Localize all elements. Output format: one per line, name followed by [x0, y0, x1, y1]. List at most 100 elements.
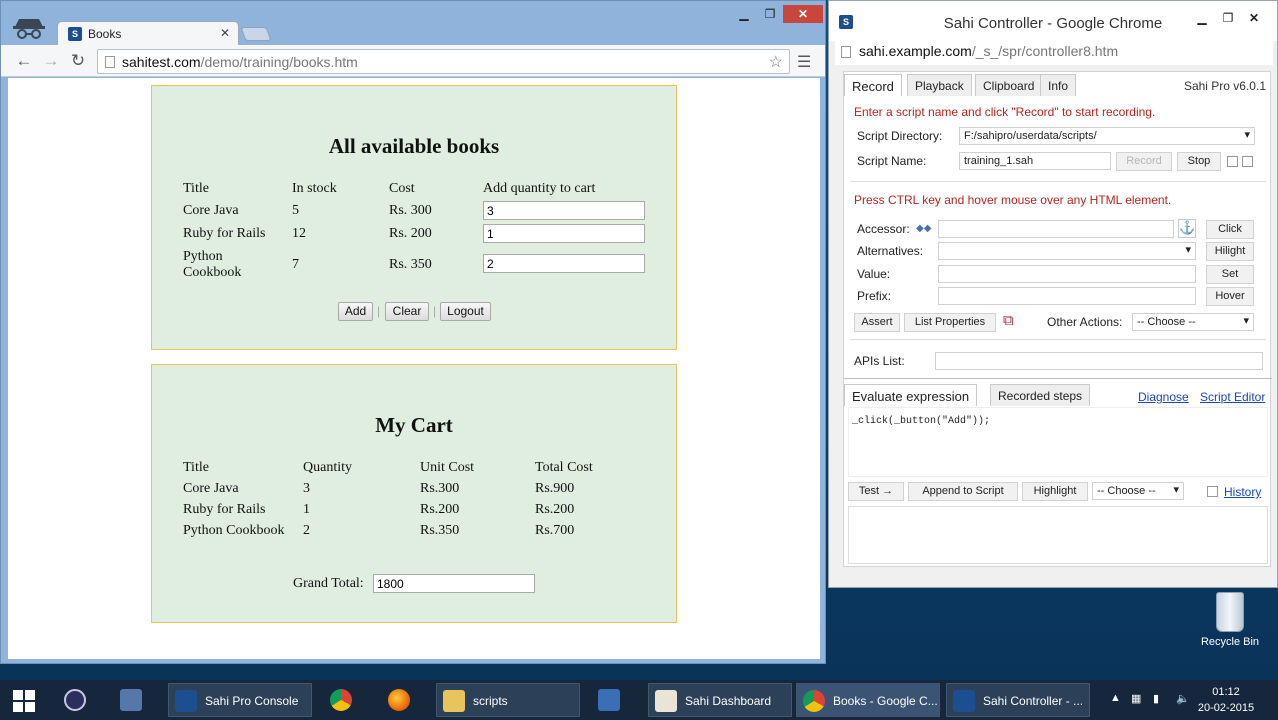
hover-hint: Press CTRL key and hover mouse over any …: [854, 193, 1172, 207]
recycle-bin[interactable]: Recycle Bin: [1196, 592, 1264, 648]
add-button[interactable]: Add: [338, 302, 373, 321]
list-properties-button[interactable]: List Properties: [904, 313, 996, 332]
system-clock[interactable]: 01:12 20-02-2015: [1196, 684, 1256, 716]
quantity-input-core-java[interactable]: [483, 201, 645, 220]
network-tool-icon: [120, 689, 142, 711]
taskbar-sahi-dashboard[interactable]: Sahi Dashboard: [648, 683, 792, 717]
quantity-input-python-cookbook[interactable]: [483, 254, 645, 273]
evaluate-choose-select[interactable]: -- Choose --: [1092, 482, 1184, 500]
back-icon[interactable]: ←: [14, 51, 34, 71]
logout-button[interactable]: Logout: [440, 302, 491, 321]
script-directory-select[interactable]: F:/sahipro/userdata/scripts/: [959, 127, 1255, 145]
reload-icon[interactable]: ↻: [68, 51, 88, 71]
highlight-button[interactable]: Highlight: [1022, 482, 1088, 501]
taskbar-eclipse[interactable]: [58, 683, 96, 717]
taskbar-sahi-pro-console[interactable]: Sahi Pro Console: [168, 683, 312, 717]
assert-button[interactable]: Assert: [854, 313, 900, 332]
taskbar-sahi-controller[interactable]: Sahi Controller - ...: [946, 683, 1090, 717]
arrows-icon[interactable]: ◆◆: [916, 223, 931, 234]
new-tab-button[interactable]: [240, 27, 272, 41]
anchor-icon[interactable]: ⚓: [1178, 219, 1196, 238]
prefix-input[interactable]: [938, 287, 1196, 305]
apis-list-input[interactable]: [935, 352, 1263, 370]
sahi-address-bar[interactable]: sahi.example.com/_s_/spr/controller8.htm: [835, 41, 1273, 65]
divider: [844, 378, 1272, 379]
tab-record[interactable]: Record: [844, 74, 902, 96]
windows-logo-icon: [13, 690, 35, 712]
record-checkbox-2[interactable]: [1242, 156, 1253, 167]
other-actions-label: Other Actions:: [1047, 315, 1123, 329]
tab-playback[interactable]: Playback: [907, 74, 972, 96]
chrome-icon: [803, 690, 825, 712]
taskbar-git[interactable]: [592, 683, 630, 717]
volume-icon[interactable]: 🔈: [1176, 692, 1190, 705]
cart-item-unit: Rs.300: [420, 481, 460, 496]
tray-overflow-icon[interactable]: ▲: [1110, 692, 1121, 704]
minimize-icon[interactable]: ▁: [731, 5, 757, 23]
tab-info[interactable]: Info: [1040, 74, 1077, 96]
books-heading: All available books: [328, 134, 500, 158]
value-label: Value:: [857, 267, 891, 281]
taskbar-label: Sahi Pro Console: [205, 694, 299, 708]
accessor-input[interactable]: [938, 220, 1174, 238]
menu-icon[interactable]: ☰: [797, 52, 811, 72]
maximize-icon[interactable]: ❐: [757, 5, 783, 23]
clear-button[interactable]: Clear: [385, 302, 429, 321]
alternatives-select[interactable]: [938, 242, 1196, 260]
window-controls: ▁ ❐ ✕: [731, 5, 823, 23]
taskbar-chrome[interactable]: [324, 683, 362, 717]
cart-item-unit: Rs.350: [420, 523, 460, 538]
append-to-script-button[interactable]: Append to Script: [908, 482, 1018, 501]
set-button[interactable]: Set: [1206, 265, 1254, 284]
network-icon[interactable]: ▮: [1153, 692, 1159, 705]
taskbar-books-chrome[interactable]: Books - Google C...: [796, 683, 940, 717]
taskbar-scripts[interactable]: scripts: [436, 683, 580, 717]
history-checkbox[interactable]: [1207, 486, 1218, 497]
tab-clipboard[interactable]: Clipboard: [975, 74, 1043, 96]
record-checkbox-1[interactable]: [1227, 156, 1238, 167]
close-icon[interactable]: ✕: [783, 5, 823, 23]
tab-close-icon[interactable]: ✕: [220, 26, 230, 40]
record-hint: Enter a script name and click "Record" t…: [854, 105, 1156, 119]
cart-header-title: Title: [183, 460, 209, 475]
minimize-icon[interactable]: ▁: [1189, 9, 1215, 27]
book-cost: Rs. 300: [389, 203, 432, 218]
tray-app-icon[interactable]: ▦: [1131, 692, 1141, 705]
forward-icon[interactable]: →: [41, 51, 61, 71]
hilight-button[interactable]: Hilight: [1206, 242, 1254, 261]
taskbar: Sahi Pro Console scripts Sahi Dashboard …: [0, 680, 1278, 720]
tab-evaluate-expression[interactable]: Evaluate expression: [844, 384, 978, 406]
script-name-input[interactable]: training_1.sah: [959, 152, 1111, 170]
tab-books[interactable]: S Books ✕: [57, 21, 239, 45]
grand-total-field[interactable]: [373, 574, 535, 593]
history-link[interactable]: History: [1224, 485, 1261, 499]
tab-recorded-steps[interactable]: Recorded steps: [990, 384, 1091, 406]
click-button[interactable]: Click: [1206, 220, 1254, 239]
close-icon[interactable]: ✕: [1241, 9, 1267, 27]
quantity-input-ruby-for-rails[interactable]: [483, 224, 645, 243]
test-button[interactable]: Test →: [848, 482, 904, 501]
separator: |: [433, 304, 437, 318]
value-input[interactable]: [938, 265, 1196, 283]
record-button[interactable]: Record: [1116, 152, 1172, 171]
maximize-icon[interactable]: ❐: [1215, 9, 1241, 27]
recycle-bin-icon: [1216, 592, 1244, 632]
other-actions-select[interactable]: -- Choose --: [1132, 313, 1254, 331]
url-host: sahitest.com: [122, 54, 201, 70]
script-editor-link[interactable]: Script Editor: [1200, 390, 1265, 404]
diagnose-link[interactable]: Diagnose: [1138, 390, 1189, 404]
cart-panel: My Cart Title Quantity Unit Cost Total C…: [151, 364, 677, 623]
taskbar-network-tool[interactable]: [114, 683, 152, 717]
properties-icon[interactable]: ⧉: [1003, 312, 1014, 329]
hover-button[interactable]: Hover: [1206, 287, 1254, 306]
taskbar-label: Books - Google C...: [833, 694, 938, 708]
start-button[interactable]: [8, 683, 40, 717]
result-textarea[interactable]: [848, 506, 1268, 564]
taskbar-firefox[interactable]: [382, 683, 420, 717]
cart-item-total: Rs.200: [535, 502, 575, 517]
cart-item-title: Core Java: [183, 481, 239, 496]
bookmark-star-icon[interactable]: ☆: [769, 52, 783, 72]
stop-button[interactable]: Stop: [1177, 152, 1221, 171]
accessor-label: Accessor:: [857, 222, 910, 236]
address-bar[interactable]: sahitest.com/demo/training/books.htm ☆: [97, 49, 790, 74]
